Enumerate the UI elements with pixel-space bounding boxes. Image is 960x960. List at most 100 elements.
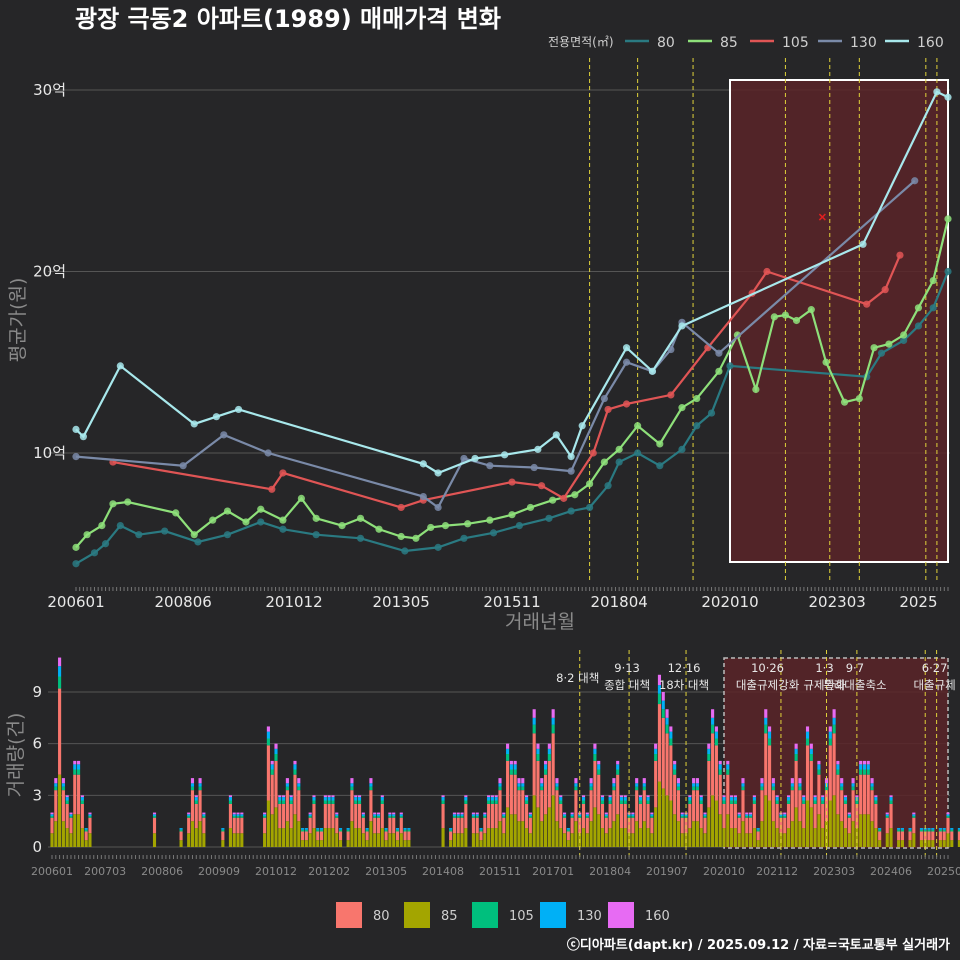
volume-bar (813, 803, 817, 829)
volume-bar (760, 821, 764, 847)
volume-bar (741, 783, 745, 787)
volume-bar (631, 817, 635, 834)
volume-bar (399, 833, 403, 847)
volume-x-tick-label: 202509 (927, 865, 960, 878)
volume-bar (323, 803, 327, 829)
volume-bar (900, 829, 904, 832)
volume-bar (646, 795, 650, 798)
volume-bar (931, 831, 935, 841)
volume-bar (327, 797, 331, 801)
volume-bar (798, 783, 802, 787)
volume-bar (600, 828, 605, 847)
volume-bar (775, 828, 779, 847)
volume-bar (513, 769, 517, 775)
volume-bar (304, 831, 308, 841)
data-point-160 (933, 88, 941, 96)
data-point-105 (397, 503, 405, 512)
volume-bar (638, 803, 643, 829)
volume-bar (388, 814, 392, 816)
volume-bar (566, 829, 570, 832)
volume-bar (874, 828, 878, 847)
volume-bar (824, 786, 829, 791)
volume-bar (752, 828, 756, 847)
volume-bar (707, 743, 711, 749)
volume-bar (361, 816, 365, 818)
volume-bar (403, 831, 407, 841)
volume-bar (547, 760, 551, 808)
volume-bar (323, 800, 327, 804)
volume-bar (642, 790, 646, 822)
volume-bar (692, 786, 696, 791)
volume-bar (764, 717, 768, 725)
volume-bar (392, 833, 396, 847)
volume-bar (817, 774, 821, 815)
volume-bar (752, 803, 756, 829)
volume-bar (365, 840, 369, 847)
volume-bar (69, 817, 73, 834)
policy-annotation: 12·16 (668, 661, 701, 675)
data-point-85 (715, 367, 723, 375)
volume-bar (521, 786, 525, 791)
volume-bar (297, 778, 301, 784)
volume-bar (536, 807, 540, 847)
volume-bar (566, 840, 570, 847)
volume-bar (194, 795, 198, 798)
volume-bar (589, 783, 593, 787)
data-point-85 (526, 503, 535, 512)
volume-bar (927, 828, 931, 830)
volume-bar (525, 828, 529, 847)
volume-bar (699, 797, 703, 801)
volume-bar (479, 831, 483, 841)
volume-bar (441, 797, 445, 801)
volume-bar (790, 786, 794, 791)
volume-bar (179, 840, 183, 847)
volume-bar (464, 797, 468, 801)
volume-bar (745, 812, 749, 815)
volume-bar (669, 731, 673, 739)
data-point-85 (441, 522, 450, 530)
volume-bar (581, 800, 586, 804)
volume-bar (88, 812, 92, 815)
volume-bar (897, 829, 901, 832)
volume-bar (840, 778, 844, 784)
volume-bar (562, 817, 567, 834)
data-point-80 (726, 362, 734, 370)
volume-bar (749, 833, 753, 847)
volume-bar (240, 812, 244, 815)
volume-bar (650, 812, 654, 815)
data-point-85 (223, 507, 232, 515)
volume-bar (266, 800, 270, 847)
volume-bar (559, 828, 563, 847)
volume-bar (889, 797, 893, 801)
volume-bar (665, 724, 669, 734)
volume-bar (285, 790, 289, 822)
volume-bar (403, 828, 407, 830)
volume-bar (331, 800, 335, 804)
data-point-85 (600, 458, 608, 466)
volume-bar (843, 800, 848, 804)
volume-bar (532, 795, 536, 847)
volume-bar (236, 814, 240, 816)
volume-bar (802, 803, 806, 829)
volume-bar (676, 783, 680, 787)
volume-bar (373, 812, 377, 815)
volume-bar (50, 816, 54, 818)
volume-bar (889, 800, 893, 804)
volume-bar (897, 831, 901, 841)
data-point-105 (537, 482, 546, 490)
volume-bar (179, 828, 183, 830)
volume-bar (236, 833, 240, 847)
data-point-85 (508, 511, 516, 519)
volume-bar (540, 821, 544, 847)
data-point-85 (885, 340, 893, 348)
volume-bar (783, 817, 787, 834)
volume-bar (885, 817, 889, 834)
x-tick-label: 201511 (483, 593, 540, 611)
volume-bar (452, 812, 456, 815)
volume-bar (950, 828, 954, 830)
volume-bar (790, 790, 794, 822)
volume-bar (506, 743, 510, 749)
volume-x-tick-label: 202010 (703, 865, 745, 878)
volume-bar (65, 795, 69, 798)
volume-bar (870, 821, 874, 847)
